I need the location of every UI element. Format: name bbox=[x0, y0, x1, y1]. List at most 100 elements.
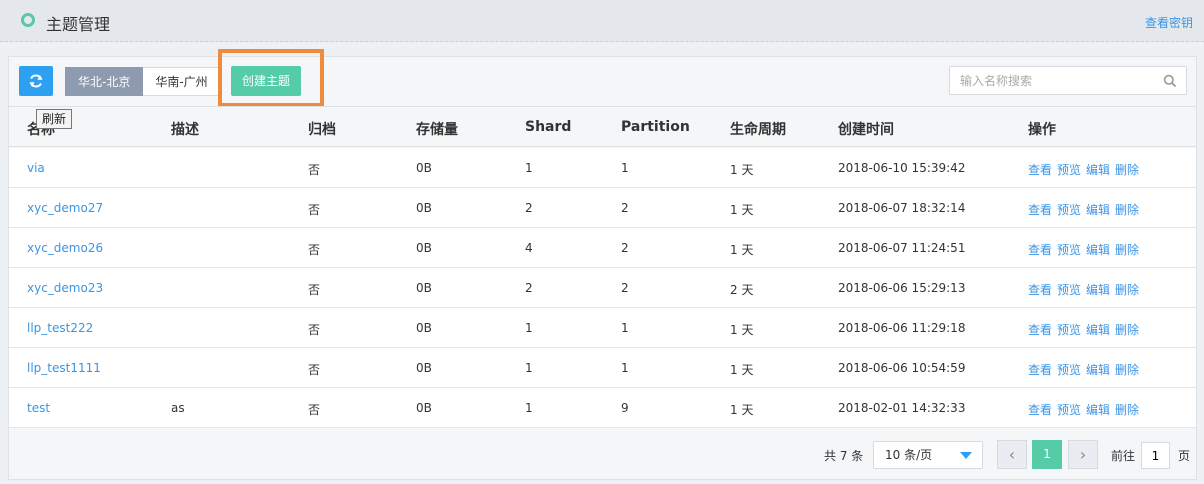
topic-storage: 0B bbox=[416, 321, 432, 335]
search-input[interactable] bbox=[960, 67, 1160, 94]
view-button[interactable]: 查看 bbox=[1028, 361, 1052, 378]
row-actions: 查看 预览 编辑 删除 bbox=[1028, 161, 1139, 178]
topic-partition: 2 bbox=[621, 281, 629, 295]
topic-storage: 0B bbox=[416, 401, 432, 415]
page-size-select[interactable]: 10 条/页 bbox=[873, 441, 983, 469]
topic-name-link[interactable]: llp_test222 bbox=[27, 321, 93, 335]
topic-name-link[interactable]: xyc_demo27 bbox=[27, 201, 103, 215]
preview-button[interactable]: 预览 bbox=[1057, 161, 1081, 178]
region-tab-beijing[interactable]: 华北-北京 bbox=[65, 67, 144, 96]
create-topic-button[interactable]: 创建主题 bbox=[231, 66, 301, 96]
page-number-current[interactable]: 1 bbox=[1032, 440, 1062, 469]
topic-lifecycle: 1 天 bbox=[730, 363, 754, 377]
table-row: via 否 0B 1 1 1 天 2018-06-10 15:39:42 查看 … bbox=[9, 148, 1196, 188]
delete-button[interactable]: 删除 bbox=[1115, 161, 1139, 178]
region-tab-guangzhou[interactable]: 华南-广州 bbox=[143, 67, 221, 96]
preview-button[interactable]: 预览 bbox=[1057, 401, 1081, 418]
edit-button[interactable]: 编辑 bbox=[1086, 281, 1110, 298]
topic-archive: 否 bbox=[308, 163, 321, 177]
topic-storage: 0B bbox=[416, 281, 432, 295]
view-button[interactable]: 查看 bbox=[1028, 201, 1052, 218]
refresh-tooltip: 刷新 bbox=[36, 109, 73, 129]
edit-button[interactable]: 编辑 bbox=[1086, 161, 1110, 178]
view-button[interactable]: 查看 bbox=[1028, 281, 1052, 298]
edit-button[interactable]: 编辑 bbox=[1086, 201, 1110, 218]
goto-unit: 页 bbox=[1178, 449, 1191, 463]
refresh-button[interactable] bbox=[19, 66, 53, 96]
circle-icon bbox=[21, 13, 35, 27]
table-header: 名称 描述 归档 存储量 Shard Partition 生命周期 创建时间 操… bbox=[9, 106, 1196, 147]
topic-archive: 否 bbox=[308, 203, 321, 217]
topic-lifecycle: 1 天 bbox=[730, 163, 754, 177]
next-page-button[interactable]: › bbox=[1068, 440, 1098, 469]
topic-created: 2018-06-07 11:24:51 bbox=[838, 241, 966, 255]
topic-shard: 2 bbox=[525, 201, 533, 215]
view-button[interactable]: 查看 bbox=[1028, 241, 1052, 258]
topic-shard: 1 bbox=[525, 321, 533, 335]
edit-button[interactable]: 编辑 bbox=[1086, 321, 1110, 338]
topic-partition: 2 bbox=[621, 201, 629, 215]
table-row: xyc_demo26 否 0B 4 2 1 天 2018-06-07 11:24… bbox=[9, 228, 1196, 268]
topic-created: 2018-06-10 15:39:42 bbox=[838, 161, 966, 175]
delete-button[interactable]: 删除 bbox=[1115, 201, 1139, 218]
topic-lifecycle: 1 天 bbox=[730, 203, 754, 217]
view-keys-link[interactable]: 查看密钥 bbox=[1145, 14, 1193, 31]
topic-name-link[interactable]: llp_test1111 bbox=[27, 361, 101, 375]
goto-page-input[interactable] bbox=[1141, 442, 1170, 469]
col-archive: 归档 bbox=[308, 122, 336, 138]
topic-partition: 2 bbox=[621, 241, 629, 255]
search-field bbox=[949, 66, 1187, 95]
prev-page-button[interactable]: ‹ bbox=[997, 440, 1027, 469]
view-button[interactable]: 查看 bbox=[1028, 161, 1052, 178]
delete-button[interactable]: 删除 bbox=[1115, 241, 1139, 258]
col-created: 创建时间 bbox=[838, 122, 894, 138]
topic-shard: 2 bbox=[525, 281, 533, 295]
preview-button[interactable]: 预览 bbox=[1057, 361, 1081, 378]
edit-button[interactable]: 编辑 bbox=[1086, 241, 1110, 258]
preview-button[interactable]: 预览 bbox=[1057, 321, 1081, 338]
topic-name-link[interactable]: xyc_demo23 bbox=[27, 281, 103, 295]
topic-name-link[interactable]: xyc_demo26 bbox=[27, 241, 103, 255]
view-button[interactable]: 查看 bbox=[1028, 401, 1052, 418]
row-actions: 查看 预览 编辑 删除 bbox=[1028, 281, 1139, 298]
topic-partition: 1 bbox=[621, 161, 629, 175]
delete-button[interactable]: 删除 bbox=[1115, 361, 1139, 378]
topic-lifecycle: 1 天 bbox=[730, 243, 754, 257]
col-shard: Shard bbox=[525, 119, 572, 135]
preview-button[interactable]: 预览 bbox=[1057, 201, 1081, 218]
topic-shard: 1 bbox=[525, 401, 533, 415]
delete-button[interactable]: 删除 bbox=[1115, 281, 1139, 298]
goto-label: 前往 bbox=[1111, 449, 1136, 463]
topic-created: 2018-06-06 15:29:13 bbox=[838, 281, 966, 295]
topic-created: 2018-06-06 10:54:59 bbox=[838, 361, 966, 375]
page-title: 主题管理 bbox=[46, 15, 111, 34]
topic-lifecycle: 2 天 bbox=[730, 283, 754, 297]
topic-archive: 否 bbox=[308, 403, 321, 417]
table-row: xyc_demo27 否 0B 2 2 1 天 2018-06-07 18:32… bbox=[9, 188, 1196, 228]
topic-partition: 1 bbox=[621, 361, 629, 375]
topic-lifecycle: 1 天 bbox=[730, 323, 754, 337]
col-actions: 操作 bbox=[1028, 122, 1056, 138]
topic-archive: 否 bbox=[308, 363, 321, 377]
topic-partition: 1 bbox=[621, 321, 629, 335]
topic-name-link[interactable]: test bbox=[27, 401, 50, 415]
edit-button[interactable]: 编辑 bbox=[1086, 361, 1110, 378]
row-actions: 查看 预览 编辑 删除 bbox=[1028, 241, 1139, 258]
page-header: 主题管理 查看密钥 bbox=[0, 0, 1204, 42]
view-button[interactable]: 查看 bbox=[1028, 321, 1052, 338]
row-actions: 查看 预览 编辑 删除 bbox=[1028, 401, 1139, 418]
row-actions: 查看 预览 编辑 删除 bbox=[1028, 321, 1139, 338]
delete-button[interactable]: 删除 bbox=[1115, 321, 1139, 338]
topic-partition: 9 bbox=[621, 401, 629, 415]
preview-button[interactable]: 预览 bbox=[1057, 241, 1081, 258]
topic-storage: 0B bbox=[416, 241, 432, 255]
preview-button[interactable]: 预览 bbox=[1057, 281, 1081, 298]
topic-storage: 0B bbox=[416, 361, 432, 375]
topic-created: 2018-02-01 14:32:33 bbox=[838, 401, 966, 415]
topic-lifecycle: 1 天 bbox=[730, 403, 754, 417]
search-icon[interactable] bbox=[1163, 74, 1177, 88]
topic-name-link[interactable]: via bbox=[27, 161, 45, 175]
edit-button[interactable]: 编辑 bbox=[1086, 401, 1110, 418]
refresh-icon bbox=[29, 74, 43, 88]
delete-button[interactable]: 删除 bbox=[1115, 401, 1139, 418]
